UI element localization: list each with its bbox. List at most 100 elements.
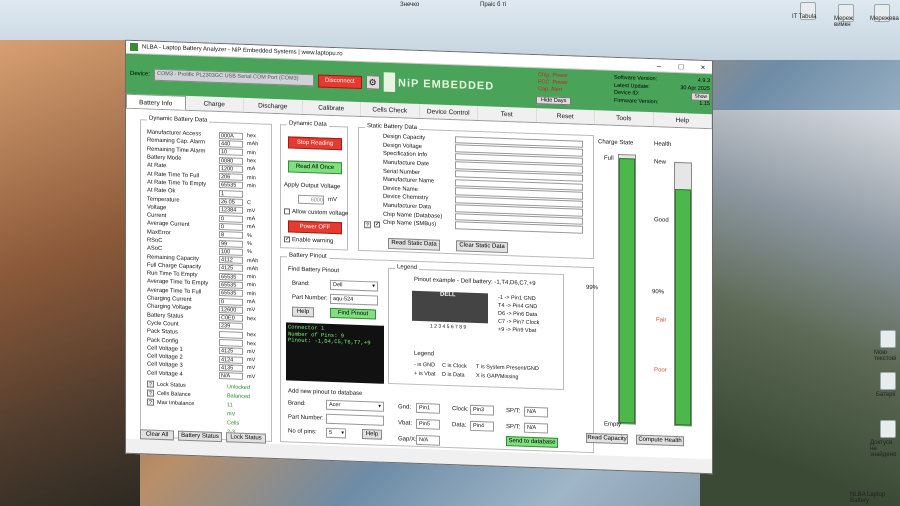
minimize-icon[interactable]: – [650,61,668,71]
help-icon[interactable]: ? [147,389,154,397]
chip-name-checkbox[interactable]: ✓ [374,221,380,228]
tab-device-control[interactable]: Device Control [419,104,478,121]
charge-state-title: Charge State [598,139,634,147]
help-button[interactable]: Help [362,429,382,440]
allow-custom-checkbox[interactable] [284,208,290,215]
health-gauge [674,161,692,427]
new-label: New [654,159,667,166]
tab-battery-info[interactable]: Battery Info [126,93,186,110]
desktop-icon[interactable] [880,330,896,348]
cells-balance-label: Cells Balance [157,390,191,399]
add-brand-label: Brand: [288,400,306,408]
firmware-label: Firmware Version: [614,97,659,106]
clear-static-button[interactable]: Clear Static Data [456,240,508,254]
group-title: Legend [395,264,420,272]
dynamic-row-value: N/A [219,372,243,381]
desktop-label: Знечко [400,2,420,8]
port-select[interactable]: COM3 - Prolific PL2303GC USB Serial COM … [154,68,315,87]
clear-all-button[interactable]: Clear All [140,429,174,441]
close-icon[interactable]: × [694,62,712,72]
gap-select[interactable]: N/A [416,434,440,446]
desktop-icon-label: Мережева [870,16,899,22]
brand-select[interactable]: Dell ▾ [330,279,378,292]
lock-status-label: Lock Status [157,381,186,389]
vbat-select[interactable]: Pin5 [416,418,440,430]
send-to-database-button[interactable]: Send to database [506,436,558,448]
chevron-down-icon: ▾ [378,403,381,410]
dynamic-row-value: 1200 [219,164,243,173]
lock-status-button[interactable]: Lock Status [226,432,266,444]
stats-list: Chip: Power FCC: Power Cap. Alert [538,72,598,95]
pin-map-line: +9 -> Pin9 Vbat [498,326,537,335]
hide-days-button[interactable]: Hide Days [536,96,572,106]
logo-text: NiP EMBEDDED [398,77,495,93]
data-select[interactable]: Pin4 [470,420,494,432]
vbat-label: Vbat: [398,420,413,427]
tab-discharge[interactable]: Discharge [244,97,303,114]
power-off-button[interactable]: Power OFF [288,220,342,235]
enable-warning-checkbox[interactable]: ✓ [284,236,290,242]
dynamic-row-unit: mV [247,357,256,364]
battery-status-button[interactable]: Battery Status [178,430,222,443]
dynamic-row-value: C0E0 [219,314,243,323]
dynamic-row-unit: min [247,174,256,181]
read-all-once-button[interactable]: Read All Once [288,160,342,175]
desktop-icon[interactable] [880,372,896,390]
dynamic-row-value: 10 [219,148,243,157]
taskbar-app-label[interactable]: NLBA Laptop Battery [850,492,900,504]
dell-logo-text: DELL [440,291,456,299]
disconnect-button[interactable]: Disconnect [318,73,362,89]
help-icon[interactable]: ? [147,380,154,388]
spt-select[interactable]: N/A [524,422,548,434]
tab-charge[interactable]: Charge [185,95,244,112]
spt-select[interactable]: N/A [524,406,548,418]
group-title: Battery Pinout [287,252,329,260]
stop-reading-button[interactable]: Stop Reading [288,136,342,151]
tab-test[interactable]: Test [478,106,537,123]
dynamic-row-unit [243,327,263,328]
dynamic-row-label: Cell Voltage 4 [147,370,183,378]
voltage-input[interactable]: 6000 [298,194,324,205]
tab-calibrate[interactable]: Calibrate [302,99,361,116]
tab-cells-check[interactable]: Cells Check [361,101,420,119]
desktop-icon[interactable] [880,420,896,438]
tab-help[interactable]: Help [653,112,712,129]
help-icon[interactable]: ? [364,221,371,229]
dynamic-row-value [219,330,243,339]
tab-reset[interactable]: Reset [536,108,595,125]
tab-tools[interactable]: Tools [595,110,654,127]
stat-line: Cap. Alert [538,86,563,93]
console-line: Pinout: -1,D4,C5,T6,T7,+9 [288,336,371,347]
compute-health-button[interactable]: Compute Health [636,434,684,447]
pins-label: No of pins: [288,428,317,436]
dynamic-row-unit: hex [247,158,256,165]
add-part-input[interactable] [326,413,384,426]
part-number-input[interactable]: aqu-524 [330,293,378,306]
pins-select[interactable]: 5 ▾ [326,427,346,439]
clock-select[interactable]: Pin3 [470,404,494,416]
dynamic-row-value: 8 [219,231,243,240]
read-static-button[interactable]: Read Static Data [388,237,440,251]
dynamic-row-unit: mV [247,307,256,314]
desktop-wallpaper-left [0,40,140,506]
gear-icon[interactable]: ⚙ [365,75,380,90]
help-icon[interactable]: ? [147,398,154,406]
gnd-label: Gnd: [398,404,412,411]
firmware-version: 1.15 [699,100,710,108]
dynamic-row-value: 239 [219,322,243,331]
version-info: Software Version: 4.9.3 Latest Update: 30 … [614,75,710,109]
dynamic-row-unit: mV [247,348,256,356]
charge-percent: 99% [586,284,599,292]
dynamic-row-value: 4125 [219,264,243,273]
add-brand-value: Acer [329,401,341,409]
maximize-icon[interactable]: □ [672,61,690,71]
pin-numbers: 1 2 3 4 5 6 7 8 9 [430,323,467,331]
dynamic-row-value: 100 [219,247,243,256]
gnd-select[interactable]: Pin1 [416,402,440,414]
help-button[interactable]: Help [292,306,314,318]
add-brand-select[interactable]: Acer ▾ [326,399,384,412]
brand-label: Brand: [292,280,310,288]
chevron-down-icon: ▾ [372,283,375,290]
find-pinout-button[interactable]: Find Pinout [330,307,376,320]
read-capacity-button[interactable]: Read Capacity [586,432,628,445]
